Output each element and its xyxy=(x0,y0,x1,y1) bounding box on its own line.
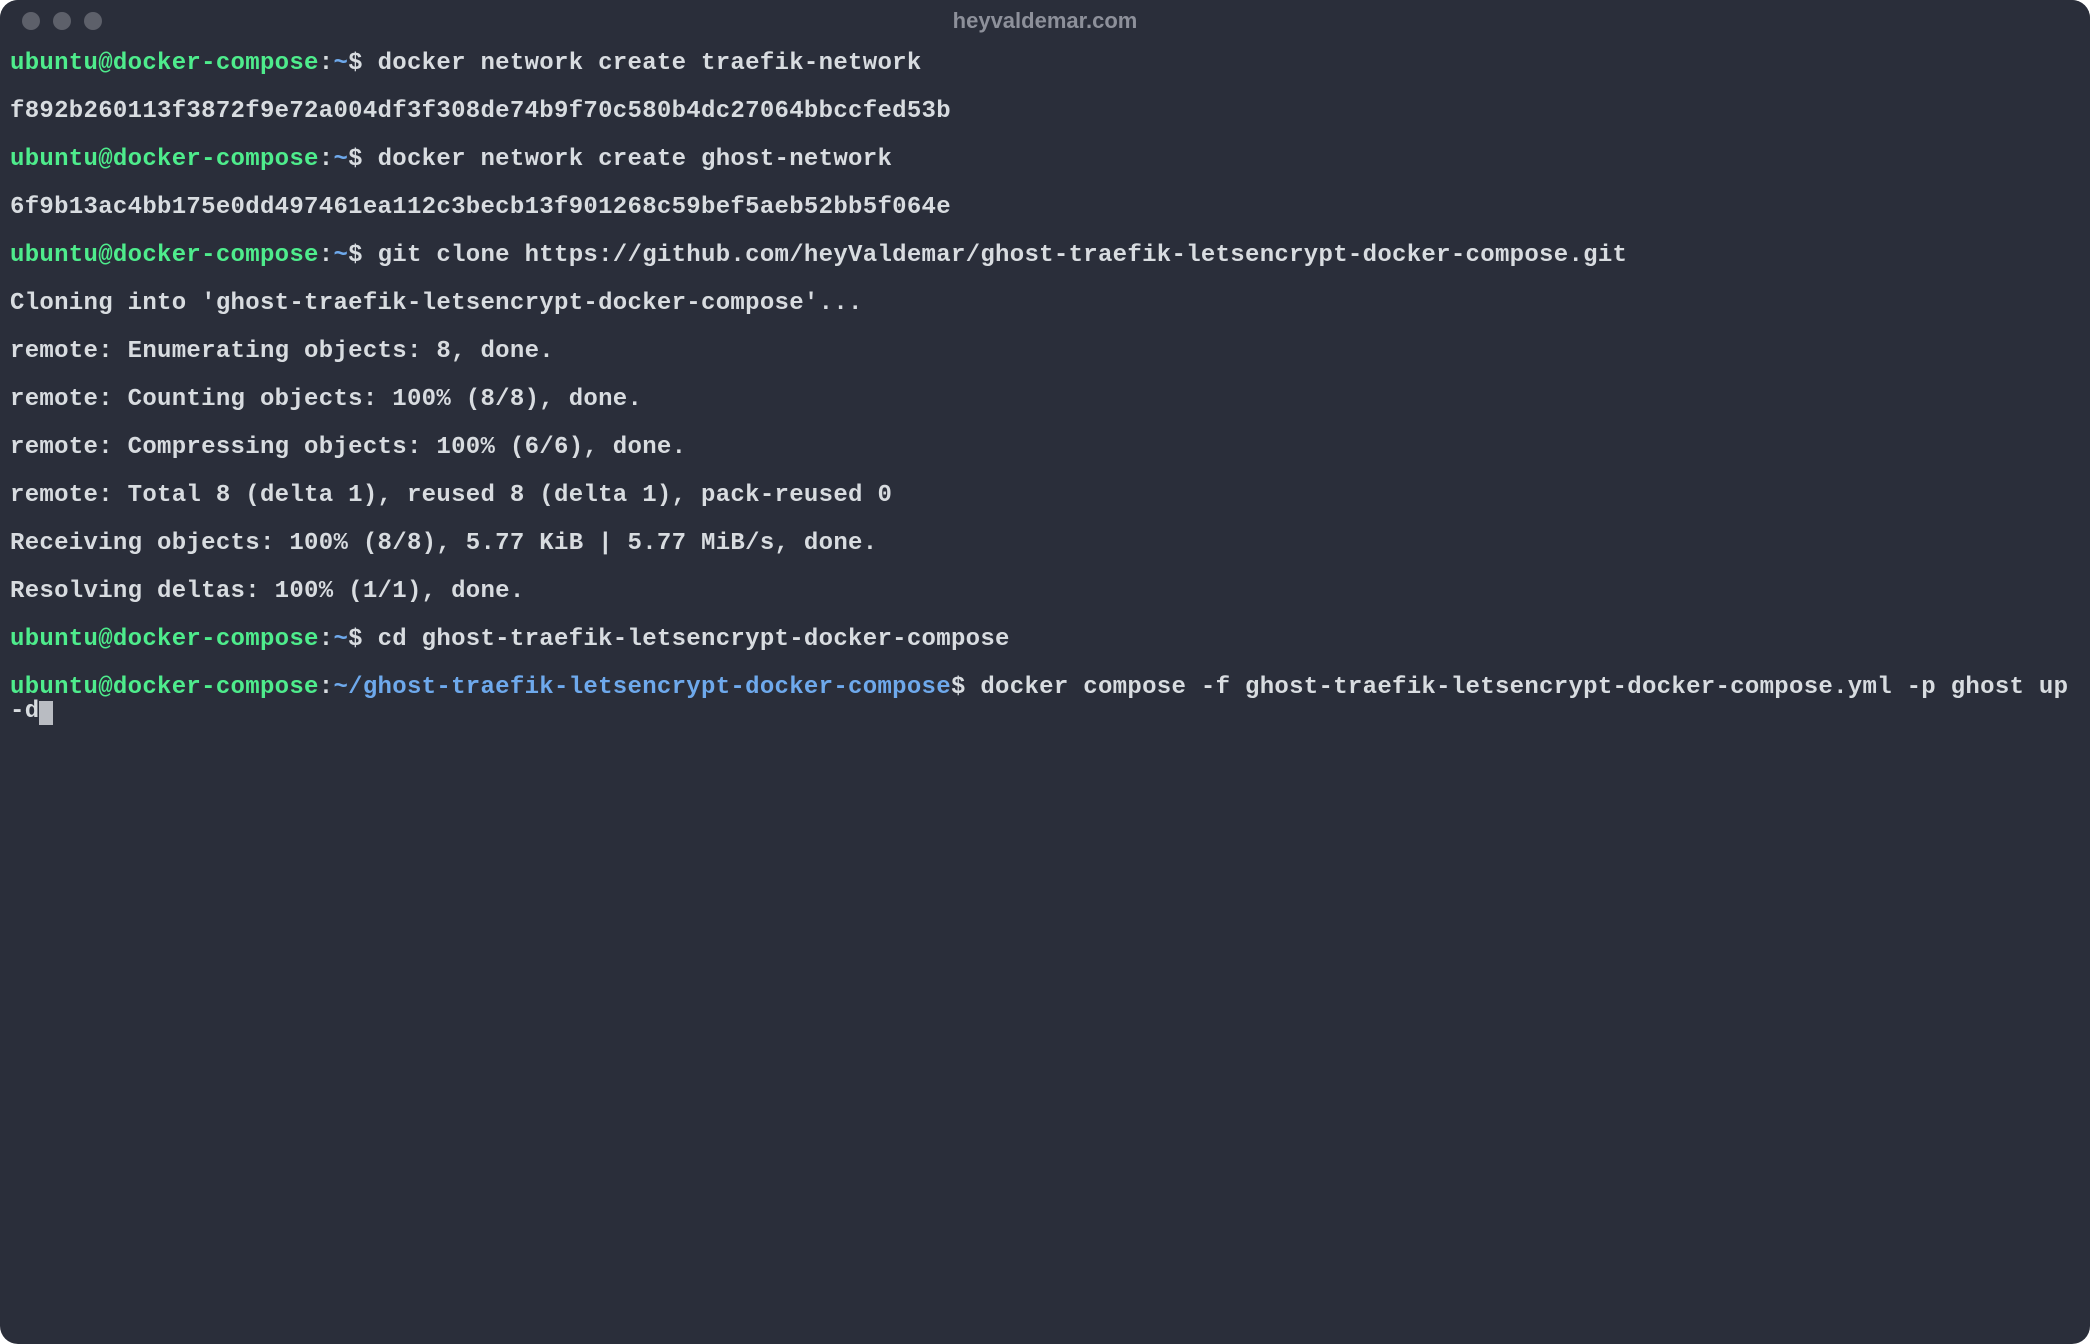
traffic-lights xyxy=(22,12,102,30)
output-line: 6f9b13ac4bb175e0dd497461ea112c3becb13f90… xyxy=(10,196,2080,220)
prompt-path: ~ xyxy=(333,626,348,653)
output-line: remote: Counting objects: 100% (8/8), do… xyxy=(10,388,2080,412)
command-text xyxy=(363,146,378,173)
prompt-dollar: $ xyxy=(951,674,966,701)
titlebar: heyvaldemar.com xyxy=(0,0,2090,42)
command-text: cd ghost-traefik-letsencrypt-docker-comp… xyxy=(378,626,1010,653)
prompt-separator: : xyxy=(319,50,334,77)
command-text: git clone https://github.com/heyValdemar… xyxy=(378,242,1628,269)
output-line: Receiving objects: 100% (8/8), 5.77 KiB … xyxy=(10,532,2080,556)
output-line: Resolving deltas: 100% (1/1), done. xyxy=(10,580,2080,604)
prompt-separator: : xyxy=(319,146,334,173)
prompt-dollar: $ xyxy=(348,146,363,173)
terminal-line: ubuntu@docker-compose:~$ cd ghost-traefi… xyxy=(10,628,2080,652)
output-line: remote: Total 8 (delta 1), reused 8 (del… xyxy=(10,484,2080,508)
window-title: heyvaldemar.com xyxy=(953,8,1138,34)
prompt-path: ~ xyxy=(333,50,348,77)
prompt-user-host: ubuntu@docker-compose xyxy=(10,146,319,173)
prompt-path: ~ xyxy=(333,242,348,269)
prompt-dollar: $ xyxy=(348,50,363,77)
command-text xyxy=(966,674,981,701)
prompt-dollar: $ xyxy=(348,242,363,269)
prompt-path: ~ xyxy=(333,146,348,173)
command-text: docker network create traefik-network xyxy=(378,50,922,77)
command-text xyxy=(363,50,378,77)
minimize-button[interactable] xyxy=(53,12,71,30)
terminal-body[interactable]: ubuntu@docker-compose:~$ docker network … xyxy=(0,42,2090,1344)
prompt-dollar: $ xyxy=(348,626,363,653)
terminal-line: ubuntu@docker-compose:~$ git clone https… xyxy=(10,244,2080,268)
output-line: f892b260113f3872f9e72a004df3f308de74b9f7… xyxy=(10,100,2080,124)
terminal-line: ubuntu@docker-compose:~$ docker network … xyxy=(10,148,2080,172)
maximize-button[interactable] xyxy=(84,12,102,30)
prompt-user-host: ubuntu@docker-compose xyxy=(10,674,319,701)
prompt-separator: : xyxy=(319,626,334,653)
prompt-user-host: ubuntu@docker-compose xyxy=(10,242,319,269)
terminal-line: ubuntu@docker-compose:~$ docker network … xyxy=(10,52,2080,76)
close-button[interactable] xyxy=(22,12,40,30)
command-text xyxy=(363,242,378,269)
output-line: remote: Enumerating objects: 8, done. xyxy=(10,340,2080,364)
output-line: remote: Compressing objects: 100% (6/6),… xyxy=(10,436,2080,460)
prompt-user-host: ubuntu@docker-compose xyxy=(10,50,319,77)
output-line: Cloning into 'ghost-traefik-letsencrypt-… xyxy=(10,292,2080,316)
prompt-separator: : xyxy=(319,674,334,701)
prompt-path: ~/ghost-traefik-letsencrypt-docker-compo… xyxy=(333,674,951,701)
command-text: docker network create ghost-network xyxy=(378,146,893,173)
terminal-line: ubuntu@docker-compose:~/ghost-traefik-le… xyxy=(10,676,2080,725)
cursor xyxy=(39,701,53,725)
terminal-window: heyvaldemar.com ubuntu@docker-compose:~$… xyxy=(0,0,2090,1344)
command-text xyxy=(363,626,378,653)
prompt-separator: : xyxy=(319,242,334,269)
prompt-user-host: ubuntu@docker-compose xyxy=(10,626,319,653)
